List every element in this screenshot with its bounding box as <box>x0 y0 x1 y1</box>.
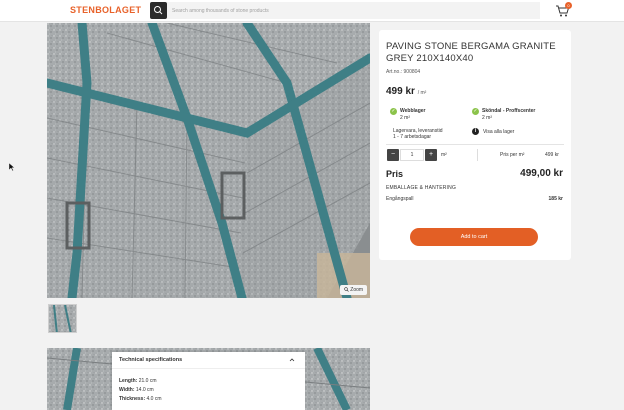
show-all-stock-link[interactable]: Visa alla lager <box>483 129 514 135</box>
spec-label: Thickness: <box>119 396 146 402</box>
search-icon <box>154 6 163 15</box>
divider <box>112 368 305 369</box>
site-header: STENBOLAGET 0 <box>0 0 624 22</box>
specs-title: Technical specifications <box>119 357 183 363</box>
cart-count-badge: 0 <box>565 2 572 9</box>
stock-location-name: Webblager <box>400 108 426 114</box>
spec-value: 14.0 cm <box>135 387 154 393</box>
spec-row-width: Width: 14.0 cm <box>119 387 154 393</box>
paving-stone-pallet-photo <box>47 23 370 298</box>
zoom-icon <box>344 287 349 292</box>
divider <box>477 149 478 161</box>
spec-label: Length: <box>119 378 138 384</box>
check-icon: ✓ <box>390 108 397 115</box>
handling-heading: EMBALLAGE & HANTERING <box>386 185 457 191</box>
stock-quantity: 2 m² <box>400 115 410 121</box>
stock-quantity: 2 m² <box>482 115 492 121</box>
quantity-decrease-button[interactable]: − <box>387 149 399 161</box>
cursor-icon <box>9 163 15 171</box>
spec-value: 21.0 cm <box>138 378 157 384</box>
stock-location-name: Sköndal - Proffscenter <box>482 108 536 114</box>
total-price-label: Pris <box>386 169 404 179</box>
price-per-unit-label: Pris per m² <box>500 152 525 158</box>
add-to-cart-button[interactable]: Add to cart <box>410 228 538 246</box>
spec-label: Width: <box>119 387 135 393</box>
quantity-unit: m² <box>441 152 447 158</box>
article-number: Art.no.: 900804 <box>386 69 421 75</box>
technical-specifications-panel: Technical specifications Length: 21.0 cm… <box>112 352 305 410</box>
spec-row-thickness: Thickness: 4.0 cm <box>119 396 162 402</box>
product-title: PAVING STONE BERGAMA GRANITE GREY 210X14… <box>386 41 556 64</box>
zoom-label: Zoom <box>350 287 364 293</box>
search-button[interactable] <box>150 2 167 19</box>
total-price-value: 499,00 kr <box>520 168 563 179</box>
minus-icon: − <box>390 151 396 158</box>
price-unit: / m² <box>417 90 427 96</box>
quantity-increase-button[interactable]: + <box>425 149 437 161</box>
quantity-input[interactable] <box>400 149 424 161</box>
chevron-up-icon[interactable] <box>288 356 296 364</box>
product-info-panel: PAVING STONE BERGAMA GRANITE GREY 210X14… <box>379 30 571 260</box>
price-per-unit-value: 499 kr <box>545 152 559 158</box>
gallery-thumbnail[interactable] <box>48 304 77 333</box>
product-price: 499 kr / m² <box>386 86 426 97</box>
zoom-button[interactable]: Zoom <box>340 285 367 295</box>
divider <box>386 144 564 145</box>
price-value: 499 kr <box>386 86 415 97</box>
product-main-image[interactable] <box>47 23 370 298</box>
thumbnail-image <box>49 305 76 332</box>
spec-row-length: Length: 21.0 cm <box>119 378 157 384</box>
pallet-price: 185 kr <box>548 196 563 202</box>
info-icon: i <box>472 128 479 135</box>
check-icon: ✓ <box>472 108 479 115</box>
delivery-info-line2: 1 - 7 arbetsdagar <box>393 134 432 140</box>
spec-value: 4.0 cm <box>146 396 162 402</box>
site-logo[interactable]: STENBOLAGET <box>70 5 141 15</box>
search-input[interactable] <box>167 2 540 19</box>
plus-icon: + <box>428 151 434 158</box>
pallet-label: Engångspall <box>386 196 414 202</box>
